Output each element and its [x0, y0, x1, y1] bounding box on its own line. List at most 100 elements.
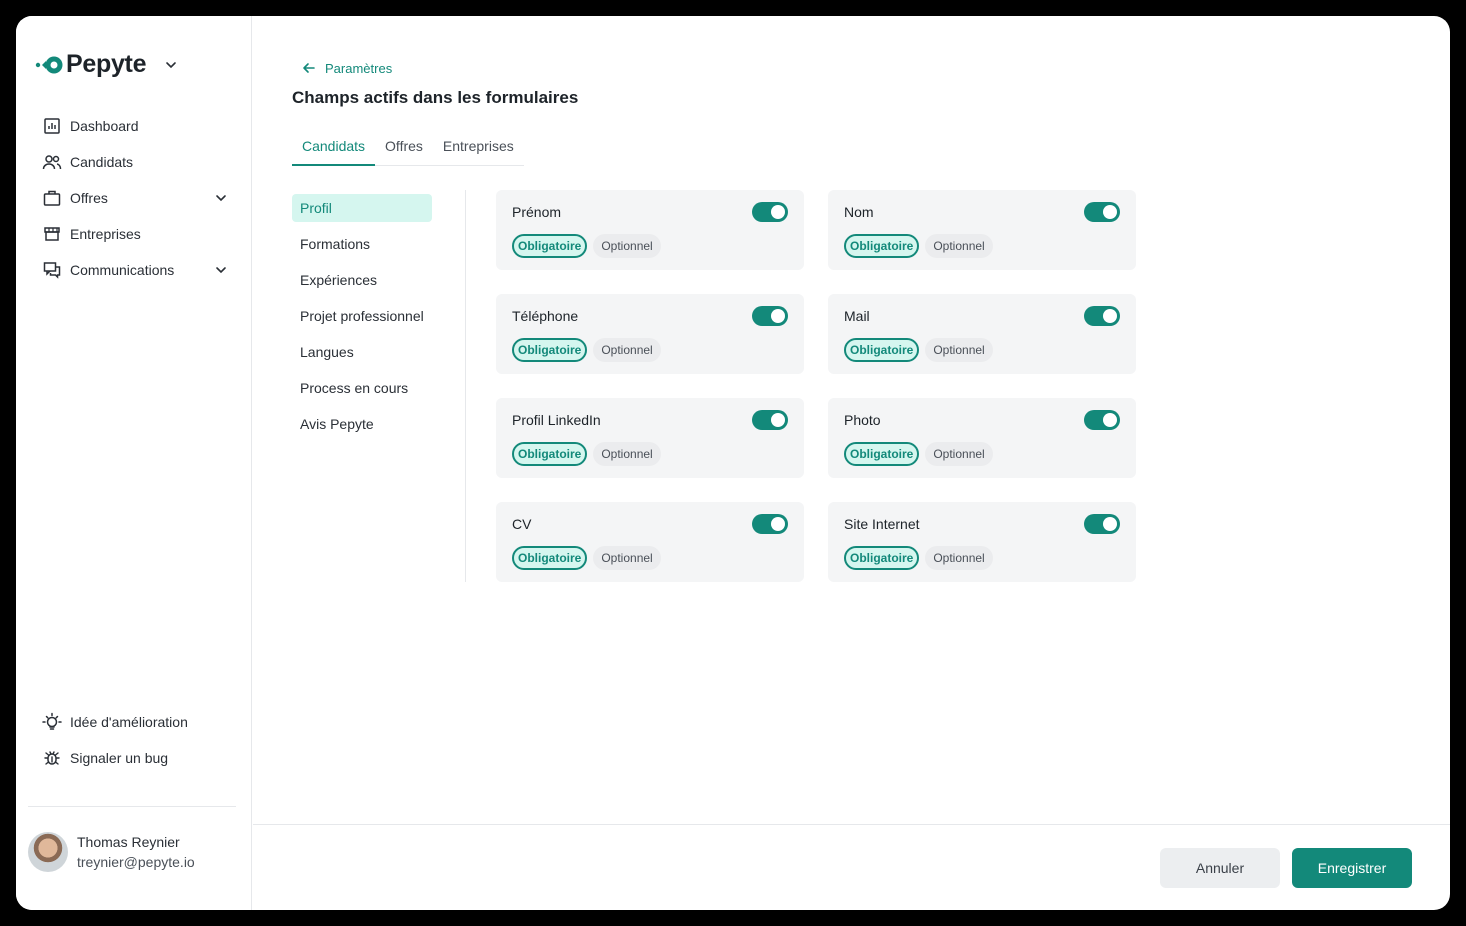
- required-option[interactable]: Obligatoire: [844, 442, 920, 466]
- field-label: Prénom: [512, 204, 562, 220]
- field-mode-selector: Obligatoire Optionnel: [844, 234, 993, 258]
- back-link-label: Paramètres: [325, 60, 393, 76]
- brand-name: Pepyte: [66, 50, 147, 78]
- required-option[interactable]: Obligatoire: [512, 338, 588, 362]
- sidebar-item-label: Signaler un bug: [70, 750, 169, 766]
- field-card-telephone: Téléphone Obligatoire Optionnel: [496, 294, 804, 374]
- sidebar-item-label: Entreprises: [70, 226, 141, 242]
- chevron-down-icon: [216, 195, 226, 202]
- section-item-profil[interactable]: Profil: [292, 194, 432, 222]
- field-label: Site Internet: [844, 516, 920, 532]
- field-enabled-toggle[interactable]: [1084, 514, 1120, 534]
- optional-option[interactable]: Optionnel: [593, 442, 661, 466]
- field-card-mail: Mail Obligatoire Optionnel: [828, 294, 1136, 374]
- field-enabled-toggle[interactable]: [1084, 306, 1120, 326]
- user-name: Thomas Reynier: [77, 834, 180, 850]
- store-icon: [42, 224, 62, 244]
- sidebar-item-report-bug[interactable]: Signaler un bug: [42, 740, 228, 776]
- optional-option[interactable]: Optionnel: [593, 338, 661, 362]
- required-option[interactable]: Obligatoire: [844, 234, 920, 258]
- bug-icon: [42, 748, 62, 768]
- sidebar: Pepyte Dashboard Candidats Offres Entrep…: [16, 16, 252, 910]
- field-mode-selector: Obligatoire Optionnel: [844, 546, 993, 570]
- optional-option[interactable]: Optionnel: [593, 546, 661, 570]
- sidebar-footer-nav: Idée d'amélioration Signaler un bug: [42, 704, 228, 776]
- sidebar-item-dashboard[interactable]: Dashboard: [42, 108, 228, 144]
- field-enabled-toggle[interactable]: [1084, 410, 1120, 430]
- tab-candidats[interactable]: Candidats: [292, 134, 376, 166]
- section-item-projet-professionnel[interactable]: Projet professionnel: [292, 302, 432, 330]
- field-mode-selector: Obligatoire Optionnel: [512, 546, 661, 570]
- back-link[interactable]: Paramètres: [301, 60, 392, 76]
- field-label: Mail: [844, 308, 870, 324]
- main-nav: Dashboard Candidats Offres Entreprises C…: [42, 108, 228, 288]
- field-card-photo: Photo Obligatoire Optionnel: [828, 398, 1136, 478]
- device-frame: Pepyte Dashboard Candidats Offres Entrep…: [0, 0, 1466, 926]
- chat-icon: [42, 260, 62, 280]
- brand-switcher[interactable]: Pepyte: [34, 50, 178, 79]
- lightbulb-icon: [42, 712, 62, 732]
- tab-entreprises[interactable]: Entreprises: [433, 134, 524, 165]
- sidebar-item-label: Candidats: [70, 154, 134, 170]
- section-item-langues[interactable]: Langues: [292, 338, 432, 366]
- cancel-button[interactable]: Annuler: [1160, 848, 1280, 888]
- users-icon: [42, 152, 62, 172]
- optional-option[interactable]: Optionnel: [593, 234, 661, 258]
- avatar: [28, 832, 68, 872]
- field-label: Photo: [844, 412, 881, 428]
- field-card-cv: CV Obligatoire Optionnel: [496, 502, 804, 582]
- main-content: Paramètres Champs actifs dans les formul…: [253, 16, 1450, 910]
- sidebar-item-entreprises[interactable]: Entreprises: [42, 216, 228, 252]
- save-button[interactable]: Enregistrer: [1292, 848, 1412, 888]
- arrow-left-icon: [303, 63, 315, 73]
- required-option[interactable]: Obligatoire: [512, 546, 588, 570]
- user-info: Thomas Reynier treynier@pepyte.io: [77, 832, 195, 872]
- section-item-formations[interactable]: Formations: [292, 230, 432, 258]
- briefcase-icon: [42, 188, 62, 208]
- field-enabled-toggle[interactable]: [752, 410, 788, 430]
- section-divider: [465, 190, 466, 582]
- optional-option[interactable]: Optionnel: [925, 234, 993, 258]
- field-card-nom: Nom Obligatoire Optionnel: [828, 190, 1136, 270]
- section-item-experiences[interactable]: Expériences: [292, 266, 432, 294]
- sidebar-item-offres[interactable]: Offres: [42, 180, 228, 216]
- field-card-linkedin: Profil LinkedIn Obligatoire Optionnel: [496, 398, 804, 478]
- optional-option[interactable]: Optionnel: [925, 442, 993, 466]
- required-option[interactable]: Obligatoire: [844, 338, 920, 362]
- section-item-process-en-cours[interactable]: Process en cours: [292, 374, 432, 402]
- user-profile[interactable]: Thomas Reynier treynier@pepyte.io: [28, 832, 195, 872]
- app-screen: Pepyte Dashboard Candidats Offres Entrep…: [16, 16, 1450, 910]
- section-item-avis-pepyte[interactable]: Avis Pepyte: [292, 410, 432, 438]
- field-mode-selector: Obligatoire Optionnel: [512, 442, 661, 466]
- tab-offres[interactable]: Offres: [375, 134, 433, 165]
- sidebar-item-label: Offres: [70, 190, 108, 206]
- tab-bar: Candidats Offres Entreprises: [292, 134, 524, 166]
- required-option[interactable]: Obligatoire: [512, 234, 588, 258]
- field-label: Téléphone: [512, 308, 579, 324]
- sidebar-item-candidats[interactable]: Candidats: [42, 144, 228, 180]
- optional-option[interactable]: Optionnel: [925, 338, 993, 362]
- section-nav: Profil Formations Expériences Projet pro…: [292, 194, 432, 446]
- field-card-site-internet: Site Internet Obligatoire Optionnel: [828, 502, 1136, 582]
- sidebar-item-label: Idée d'amélioration: [70, 714, 188, 730]
- sidebar-item-communications[interactable]: Communications: [42, 252, 228, 288]
- field-cards: Prénom Obligatoire Optionnel Nom Obligat…: [496, 190, 1136, 582]
- field-enabled-toggle[interactable]: [752, 306, 788, 326]
- field-mode-selector: Obligatoire Optionnel: [512, 234, 661, 258]
- required-option[interactable]: Obligatoire: [512, 442, 588, 466]
- optional-option[interactable]: Optionnel: [925, 546, 993, 570]
- field-enabled-toggle[interactable]: [1084, 202, 1120, 222]
- user-email: treynier@pepyte.io: [77, 854, 195, 870]
- sidebar-item-label: Dashboard: [70, 118, 139, 134]
- field-mode-selector: Obligatoire Optionnel: [844, 338, 993, 362]
- field-label: Nom: [844, 204, 874, 220]
- pepyte-logo-icon: [35, 56, 63, 73]
- chart-icon: [42, 116, 62, 136]
- field-enabled-toggle[interactable]: [752, 202, 788, 222]
- field-label: Profil LinkedIn: [512, 412, 601, 428]
- chevron-down-icon: [166, 61, 176, 68]
- field-enabled-toggle[interactable]: [752, 514, 788, 534]
- required-option[interactable]: Obligatoire: [844, 546, 920, 570]
- field-label: CV: [512, 516, 532, 532]
- sidebar-item-improvement-idea[interactable]: Idée d'amélioration: [42, 704, 228, 740]
